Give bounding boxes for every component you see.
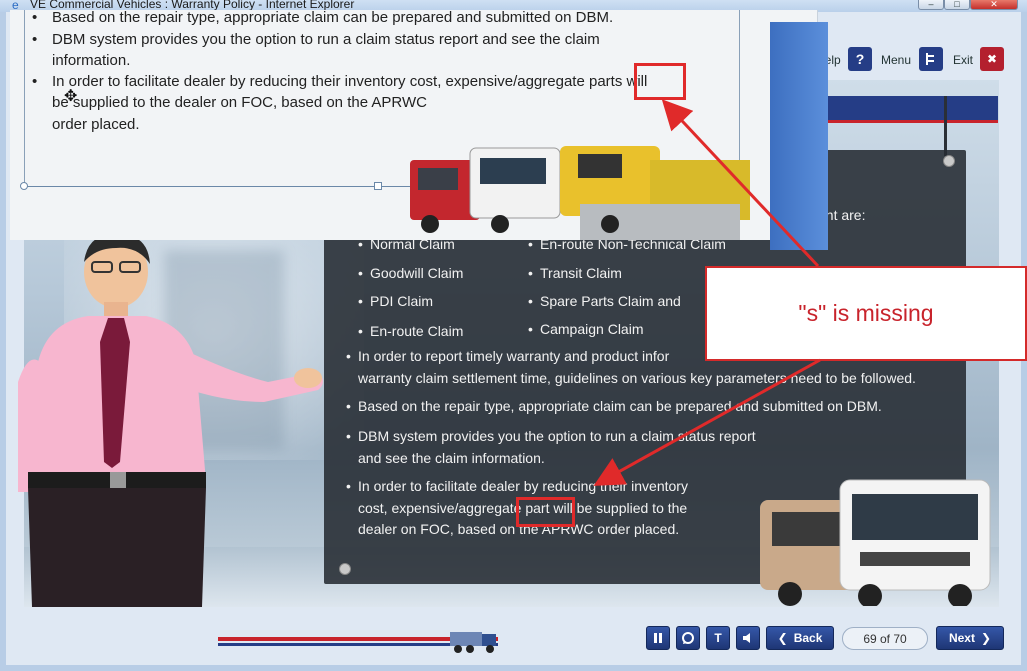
transcript-button[interactable]: T	[706, 626, 730, 650]
claim-type: PDI Claim	[358, 290, 433, 312]
panel-bullet-text: In order to report timely warranty and p…	[346, 345, 669, 367]
next-button[interactable]: Next ❯	[936, 626, 1004, 650]
audio-button[interactable]	[736, 626, 760, 650]
move-cursor-icon: ✥	[64, 88, 78, 105]
panel-bullet-text: and see the claim information.	[358, 450, 545, 466]
claim-type: Spare Parts Claim and	[528, 290, 681, 312]
panel-bullet-text: In order to facilitate dealer by reducin…	[346, 475, 688, 497]
menu-button[interactable]	[919, 47, 943, 71]
resize-handle[interactable]	[374, 182, 382, 190]
callout-text: "s" is missing	[798, 300, 934, 326]
presenter-character	[18, 233, 323, 607]
exit-icon: ✖	[986, 52, 998, 66]
resize-handle[interactable]	[20, 182, 28, 190]
highlight-box-error	[516, 497, 575, 527]
panel-hanger	[944, 96, 947, 156]
claim-type: Campaign Claim	[528, 318, 644, 340]
panel-bullet-text: warranty claim settlement time, guidelin…	[358, 370, 916, 386]
pin-icon	[943, 155, 955, 167]
progress-truck-icon	[450, 632, 496, 653]
exit-label: Exit	[953, 53, 974, 67]
overlay-text-line: order placed.	[52, 116, 140, 133]
replay-button[interactable]	[676, 626, 700, 650]
panel-bullet-text: DBM system provides you the option to ru…	[346, 425, 756, 447]
exit-button[interactable]: ✖	[980, 47, 1004, 71]
menu-tree-icon	[926, 53, 934, 65]
claim-type: Transit Claim	[528, 262, 622, 284]
highlight-box-correct	[634, 63, 686, 100]
overlay-text-line: Based on the repair type, appropriate cl…	[32, 7, 613, 28]
overlay-text-line: information.	[52, 52, 131, 69]
pause-button[interactable]	[646, 626, 670, 650]
chevron-left-icon: ❮	[777, 631, 788, 645]
commercial-vehicles-image	[410, 146, 750, 240]
claim-type: Goodwill Claim	[358, 262, 463, 284]
help-icon: ?	[855, 51, 865, 67]
text-icon: T	[714, 631, 722, 645]
speaker-icon	[743, 633, 750, 643]
page-counter: 69 of 70	[842, 627, 928, 650]
help-button[interactable]: ?	[848, 47, 872, 71]
maximize-button[interactable]: □	[944, 0, 970, 10]
next-label: Next	[948, 631, 975, 645]
claim-type: En-route Claim	[358, 320, 463, 342]
eicher-trucks-image	[760, 479, 991, 606]
chevron-right-icon: ❯	[980, 631, 992, 645]
blue-strip	[770, 22, 828, 250]
overlay-text-line: In order to facilitate dealer by reducin…	[32, 71, 647, 92]
replay-icon	[682, 632, 694, 644]
pin-icon	[339, 563, 351, 575]
overlay-text-line: DBM system provides you the option to ru…	[32, 29, 600, 50]
pause-icon	[654, 633, 662, 643]
close-button[interactable]: ✕	[970, 0, 1018, 10]
slide-title-bar	[818, 96, 998, 123]
overlay-text-line: be supplied to the dealer on FOC, based …	[52, 94, 427, 111]
back-label: Back	[793, 631, 823, 645]
error-callout: "s" is missing	[705, 266, 1027, 361]
menu-label: Menu	[881, 53, 912, 67]
panel-bullet-text: Based on the repair type, appropriate cl…	[346, 395, 882, 417]
back-button[interactable]: ❮ Back	[766, 626, 834, 650]
minimize-button[interactable]: –	[918, 0, 944, 10]
